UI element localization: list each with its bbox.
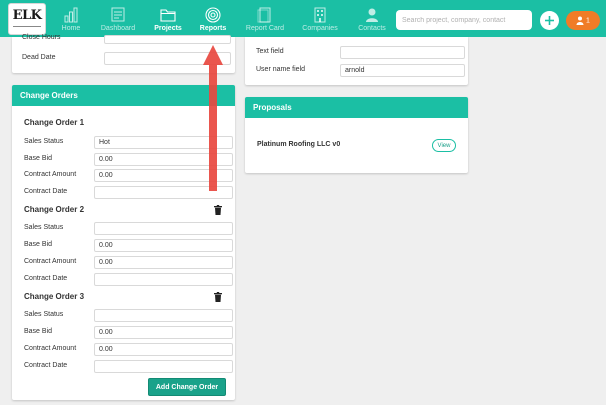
nav-projects-label: Projects [154, 25, 182, 32]
co3-sales-status-row: Sales Status [24, 309, 234, 322]
contract-date-label: Contract Date [24, 362, 68, 369]
contract-amount-label: Contract Amount [24, 171, 77, 178]
nav-contacts[interactable]: Contacts [356, 7, 388, 37]
custom-fields-card: Text field User name field arnold [245, 37, 468, 85]
nav-report-card-label: Report Card [245, 25, 285, 32]
contract-date-field[interactable] [94, 273, 233, 286]
user-badge-count: 1 [586, 17, 590, 25]
dashboard-icon [111, 7, 125, 22]
user-name-input[interactable]: arnold [340, 64, 465, 77]
nav-contacts-label: Contacts [358, 25, 386, 32]
contract-date-field[interactable] [94, 360, 233, 373]
nav-projects[interactable]: Projects [152, 7, 184, 37]
contract-amount-label: Contract Amount [24, 345, 77, 352]
text-field-label: Text field [256, 48, 284, 55]
change-order-1-title: Change Order 1 [24, 118, 85, 127]
proposals-card: Proposals Platinum Roofing LLC v0 [245, 97, 468, 173]
dead-date-label: Dead Date [22, 54, 56, 61]
report-card-icon [257, 7, 271, 23]
co2-contract-date-row: Contract Date [24, 273, 234, 286]
base-bid-field[interactable]: 0.00 [94, 326, 233, 339]
nav-dashboard[interactable]: Dashboard [98, 7, 138, 37]
annotation-arrow-icon [203, 45, 223, 191]
base-bid-label: Base Bid [24, 241, 53, 248]
nav-reports[interactable]: Reports [198, 7, 228, 37]
sales-status-label: Sales Status [24, 224, 64, 231]
nav-companies-label: Companies [302, 25, 338, 32]
contract-date-label: Contract Date [24, 275, 68, 282]
logo-tagline [9, 25, 45, 29]
text-field-input[interactable] [340, 46, 465, 59]
user-menu-button[interactable]: 1 [566, 11, 600, 30]
add-change-order-button[interactable]: Add Change Order [148, 378, 226, 396]
plus-icon [545, 16, 554, 25]
nav-dashboard-label: Dashboard [100, 25, 136, 32]
folder-icon [160, 9, 176, 22]
building-icon [314, 7, 326, 23]
search-input[interactable] [396, 10, 532, 30]
trash-icon[interactable] [214, 292, 222, 302]
contract-amount-field[interactable]: 0.00 [94, 256, 233, 269]
bar-chart-icon [64, 7, 78, 23]
user-avatar-icon [576, 16, 584, 25]
close-hours-row: Close Hours [22, 34, 232, 48]
contract-amount-field[interactable]: 0.00 [94, 343, 233, 356]
base-bid-field[interactable]: 0.00 [94, 239, 233, 252]
nav-home-label: Home [61, 25, 81, 32]
contract-amount-label: Contract Amount [24, 258, 77, 265]
proposals-header: Proposals [245, 97, 468, 118]
view-proposal-button[interactable]: View [432, 139, 456, 152]
co3-contract-date-row: Contract Date [24, 360, 234, 373]
user-name-label: User name field [256, 66, 306, 73]
sales-status-label: Sales Status [24, 138, 64, 145]
trash-icon[interactable] [214, 205, 222, 215]
sales-status-field[interactable] [94, 222, 233, 235]
nav-reports-label: Reports [199, 25, 227, 32]
change-order-2-title: Change Order 2 [24, 205, 85, 214]
sales-status-field[interactable] [94, 309, 233, 322]
co3-base-bid-row: Base Bid 0.00 [24, 326, 234, 339]
dead-date-row: Dead Date [22, 52, 232, 65]
sales-status-label: Sales Status [24, 311, 64, 318]
logo-text: ELK [12, 8, 42, 23]
nav-companies[interactable]: Companies [300, 7, 340, 37]
co2-sales-status-row: Sales Status [24, 222, 234, 235]
close-hours-label: Close Hours [22, 34, 61, 41]
user-name-row: User name field arnold [256, 64, 466, 77]
base-bid-label: Base Bid [24, 328, 53, 335]
person-icon [366, 8, 378, 22]
nav-home[interactable]: Home [58, 7, 84, 37]
nav-report-card[interactable]: Report Card [244, 7, 286, 37]
co2-contract-amount-row: Contract Amount 0.00 [24, 256, 234, 269]
text-field-row: Text field [256, 46, 466, 59]
add-button[interactable] [540, 11, 559, 30]
change-order-3-title: Change Order 3 [24, 292, 85, 301]
co2-base-bid-row: Base Bid 0.00 [24, 239, 234, 252]
proposal-item: Platinum Roofing LLC v0 [257, 141, 341, 148]
close-hours-field[interactable] [104, 35, 231, 44]
contract-date-label: Contract Date [24, 188, 68, 195]
elk-logo[interactable]: ELK [8, 3, 46, 35]
base-bid-label: Base Bid [24, 155, 53, 162]
top-navigation-bar: ELK Home Dashboard Projects Reports Repo… [0, 0, 606, 37]
co3-contract-amount-row: Contract Amount 0.00 [24, 343, 234, 356]
target-icon [205, 7, 221, 23]
